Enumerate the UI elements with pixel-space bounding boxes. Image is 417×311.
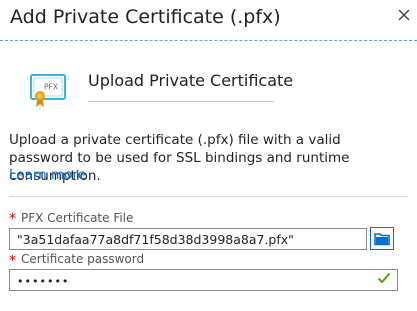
close-button[interactable] — [396, 7, 412, 23]
blade-title: Add Private Certificate (.pfx) — [10, 6, 281, 28]
hero-divider — [88, 101, 274, 102]
required-marker: * — [9, 211, 16, 227]
blade-header: Add Private Certificate (.pfx) — [0, 0, 417, 41]
folder-icon[interactable] — [374, 231, 390, 246]
certificate-icon: PFX — [30, 74, 66, 107]
pfx-file-label: PFX Certificate File — [21, 211, 134, 225]
close-icon[interactable] — [396, 7, 412, 23]
learn-more-link[interactable]: Learn more — [9, 167, 86, 183]
hero-title: Upload Private Certificate — [88, 71, 294, 90]
certificate-icon-label: PFX — [44, 83, 58, 92]
browse-file-button[interactable] — [370, 227, 394, 250]
pfx-file-input[interactable]: "3a51dafaa77a8df71f58d38d3998a8a7.pfx" — [9, 228, 367, 250]
password-input[interactable]: ••••••• — [9, 269, 398, 291]
password-label: Certificate password — [21, 252, 145, 266]
section-divider — [9, 196, 408, 197]
checkmark-icon — [377, 272, 391, 284]
required-marker: * — [9, 253, 16, 269]
